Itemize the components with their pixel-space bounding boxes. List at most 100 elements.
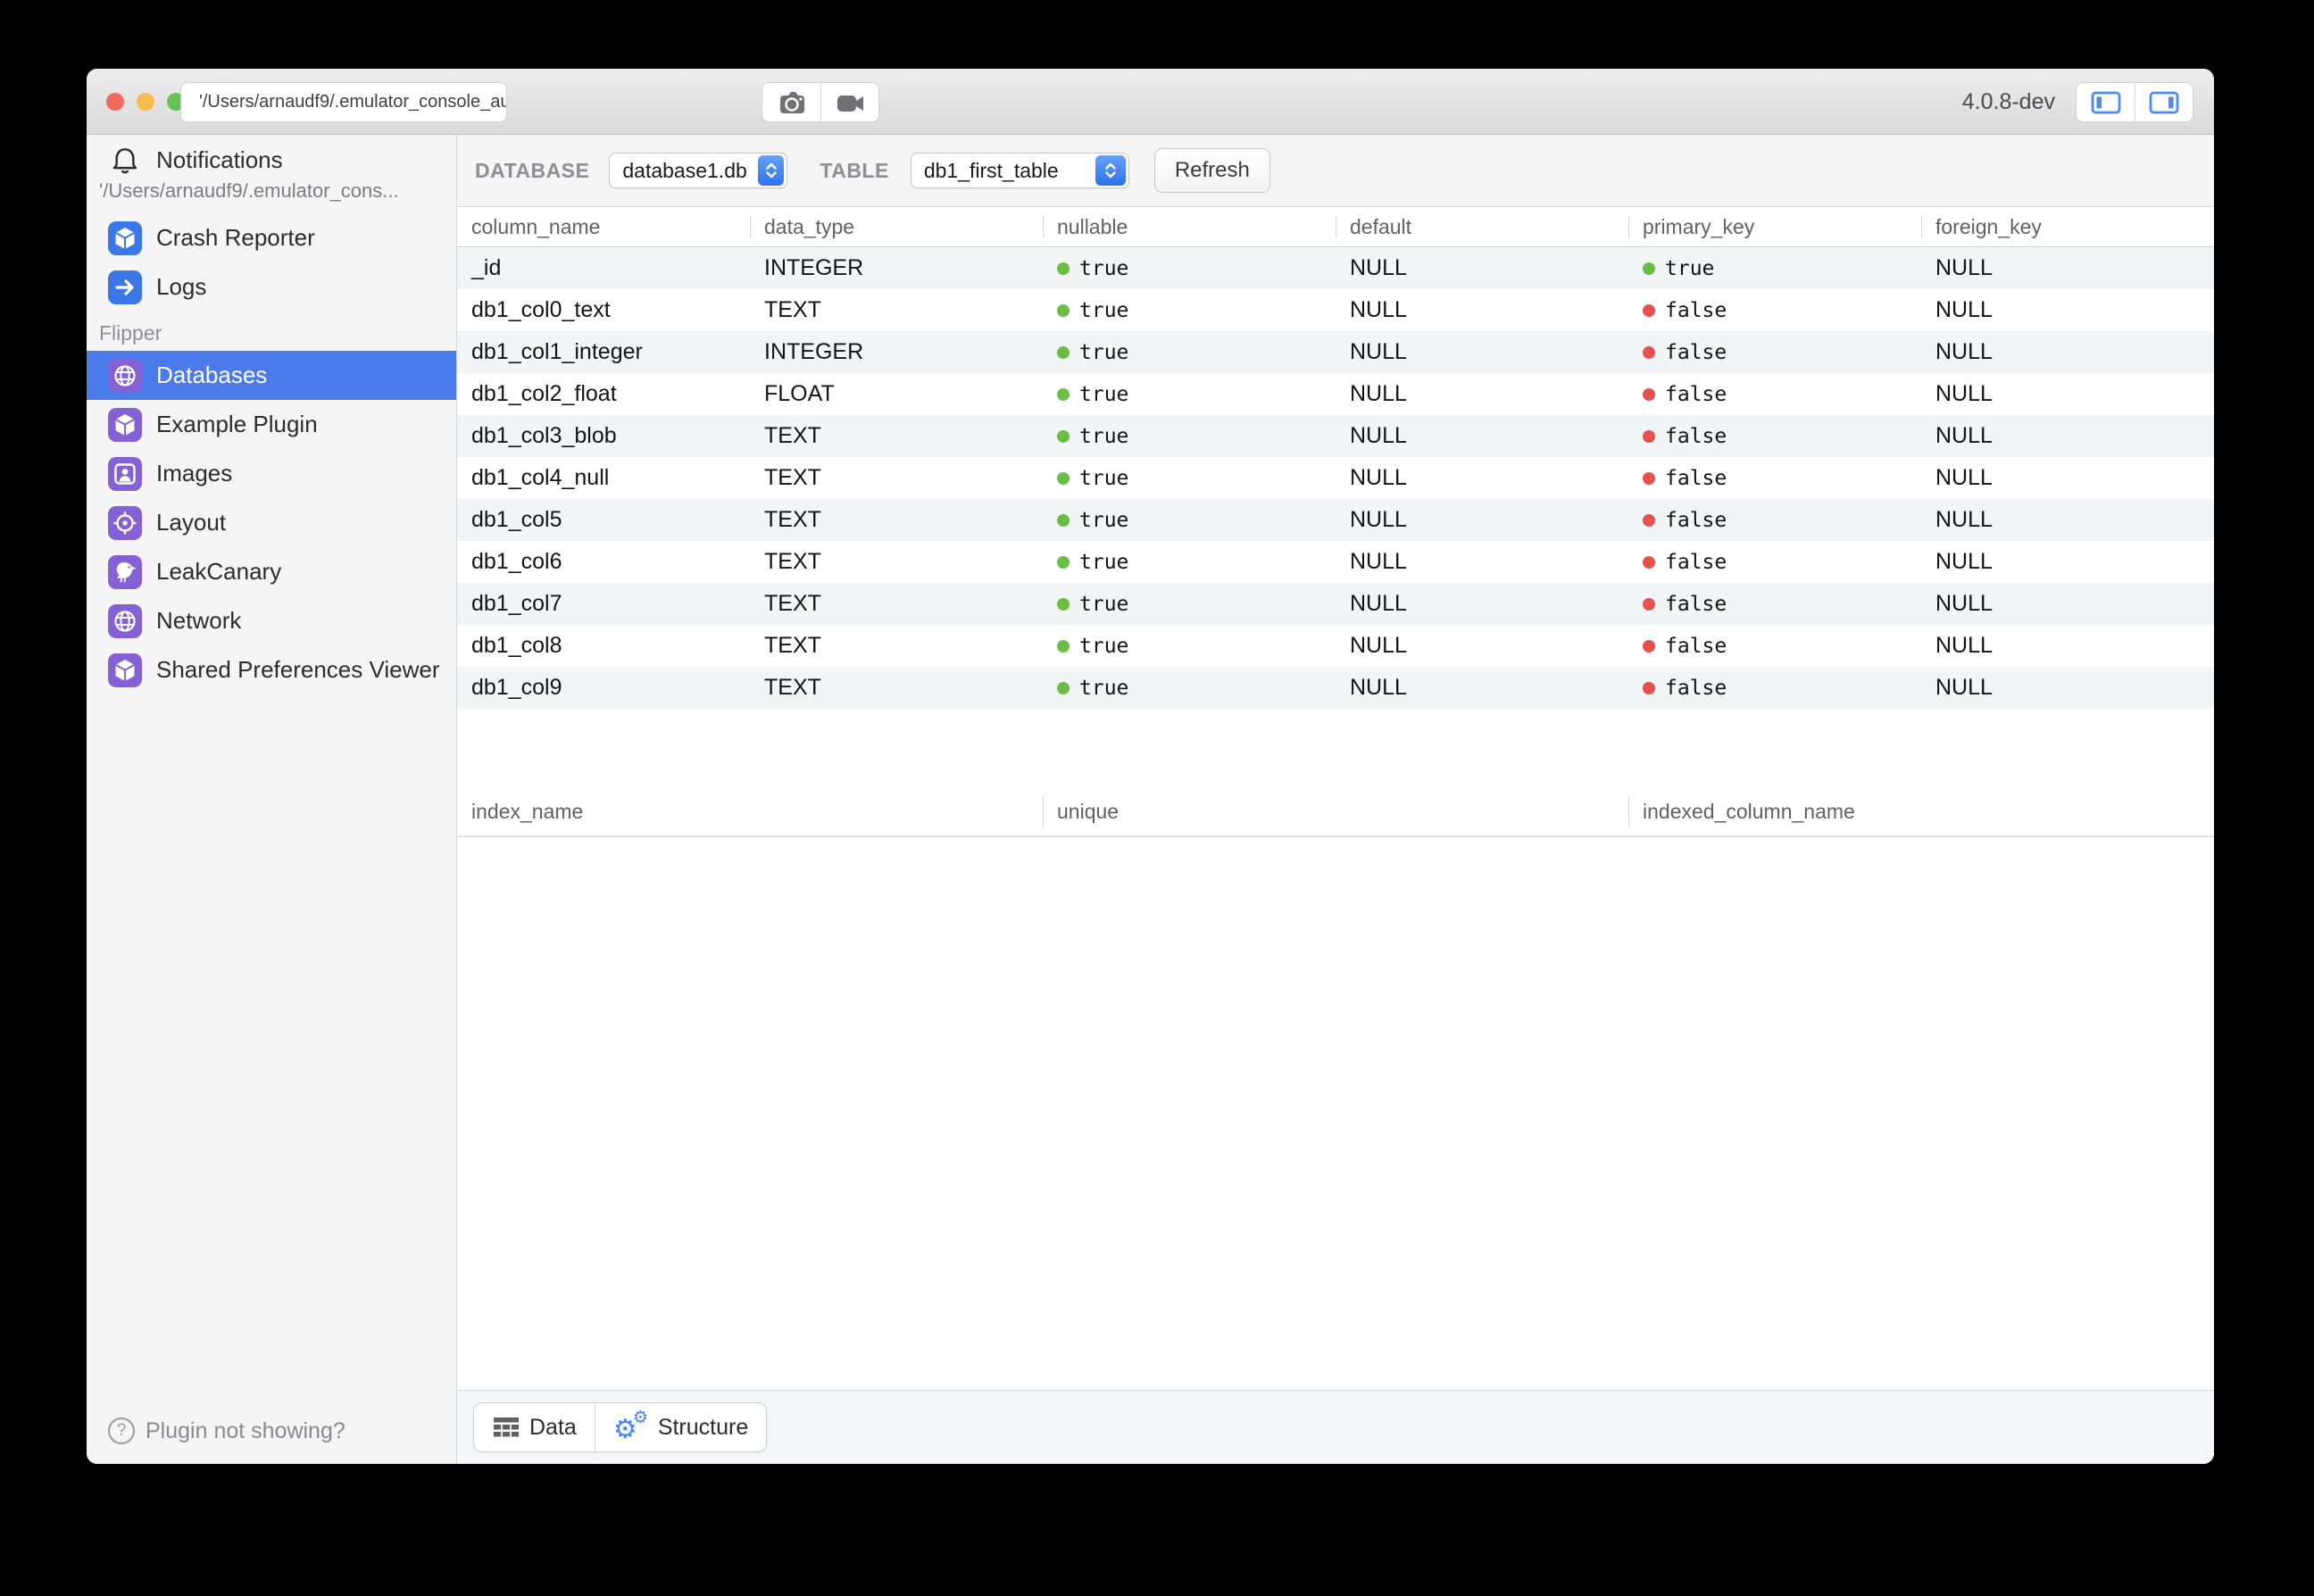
sidebar-item-label: Example Plugin bbox=[156, 411, 318, 438]
cube-icon bbox=[108, 653, 142, 687]
sidebar-item-databases[interactable]: Databases bbox=[87, 351, 456, 400]
true-dot-icon bbox=[1057, 598, 1070, 611]
bird-icon bbox=[108, 555, 142, 589]
target-icon bbox=[108, 506, 142, 540]
structure-table-body: _idINTEGERtrueNULLtrueNULLdb1_col0_textT… bbox=[457, 247, 2214, 709]
table-gap bbox=[457, 709, 2214, 787]
cell-column_name: _id bbox=[457, 247, 750, 289]
true-dot-icon bbox=[1057, 304, 1070, 317]
cell-primary_key: false bbox=[1628, 457, 1921, 499]
column-header-unique[interactable]: unique bbox=[1043, 787, 1628, 835]
portrait-icon bbox=[108, 457, 142, 491]
toggle-left-sidebar-button[interactable] bbox=[2077, 83, 2135, 121]
structure-row[interactable]: db1_col3_blobTEXTtrueNULLfalseNULL bbox=[457, 415, 2214, 457]
cell-nullable: true bbox=[1043, 247, 1336, 289]
screen-record-button[interactable] bbox=[820, 83, 878, 121]
cell-column_name: db1_col1_integer bbox=[457, 331, 750, 373]
cell-primary_key: false bbox=[1628, 541, 1921, 583]
cell-nullable: true bbox=[1043, 541, 1336, 583]
sidebar-item-label: LeakCanary bbox=[156, 558, 281, 586]
true-dot-icon bbox=[1057, 472, 1070, 485]
sidebar-item-logs[interactable]: Logs bbox=[87, 262, 456, 312]
sidebar-item-label: Notifications bbox=[156, 146, 283, 174]
table-select[interactable]: db1_first_table bbox=[911, 153, 1129, 188]
cell-primary_key: false bbox=[1628, 331, 1921, 373]
flipper-window: '/Users/arnaudf9/.emulator_console_auth_… bbox=[87, 69, 2214, 1464]
table-grid-icon bbox=[492, 1416, 520, 1439]
cell-data_type: TEXT bbox=[750, 415, 1043, 457]
column-header-indexed-column-name[interactable]: indexed_column_name bbox=[1628, 787, 2214, 835]
bottom-bar: Data ⚙ ⚙ Structure bbox=[457, 1390, 2214, 1464]
cell-data_type: INTEGER bbox=[750, 331, 1043, 373]
false-dot-icon bbox=[1643, 598, 1655, 611]
structure-row[interactable]: db1_col0_textTEXTtrueNULLfalseNULL bbox=[457, 289, 2214, 331]
structure-row[interactable]: db1_col7TEXTtrueNULLfalseNULL bbox=[457, 583, 2214, 625]
view-mode-segmented-control: Data ⚙ ⚙ Structure bbox=[473, 1402, 767, 1452]
device-selector[interactable]: '/Users/arnaudf9/.emulator_console_auth_… bbox=[180, 82, 507, 122]
sidebar-item-leakcanary[interactable]: LeakCanary bbox=[87, 547, 456, 596]
cube-icon bbox=[108, 221, 142, 255]
true-dot-icon bbox=[1057, 556, 1070, 569]
cell-nullable: true bbox=[1043, 499, 1336, 541]
right-sidebar-icon bbox=[2148, 90, 2180, 115]
cell-data_type: TEXT bbox=[750, 289, 1043, 331]
cell-foreign_key: NULL bbox=[1921, 289, 2214, 331]
column-header-foreign-key[interactable]: foreign_key bbox=[1921, 207, 2214, 246]
structure-row[interactable]: db1_col5TEXTtrueNULLfalseNULL bbox=[457, 499, 2214, 541]
column-header-data-type[interactable]: data_type bbox=[750, 207, 1043, 246]
structure-row[interactable]: db1_col2_floatFLOATtrueNULLfalseNULL bbox=[457, 373, 2214, 415]
camera-icon bbox=[776, 87, 808, 119]
column-header-nullable[interactable]: nullable bbox=[1043, 207, 1336, 246]
cell-column_name: db1_col5 bbox=[457, 499, 750, 541]
sidebar-item-crash-reporter[interactable]: Crash Reporter bbox=[87, 213, 456, 262]
database-select-value: database1.db bbox=[622, 159, 757, 183]
minimize-window-button[interactable] bbox=[137, 93, 154, 111]
sidebar-item-label: Databases bbox=[156, 362, 267, 389]
cell-data_type: INTEGER bbox=[750, 247, 1043, 289]
structure-row[interactable]: db1_col8TEXTtrueNULLfalseNULL bbox=[457, 625, 2214, 667]
true-dot-icon bbox=[1057, 682, 1070, 694]
cell-default: NULL bbox=[1336, 583, 1628, 625]
toggle-right-sidebar-button[interactable] bbox=[2135, 83, 2193, 121]
column-header-index-name[interactable]: index_name bbox=[457, 787, 1043, 835]
sidebar-item-network[interactable]: Network bbox=[87, 596, 456, 645]
sidebar-item-shared-preferences-viewer[interactable]: Shared Preferences Viewer bbox=[87, 645, 456, 694]
true-dot-icon bbox=[1057, 262, 1070, 275]
cell-default: NULL bbox=[1336, 457, 1628, 499]
cube-icon bbox=[108, 408, 142, 442]
close-window-button[interactable] bbox=[106, 93, 124, 111]
false-dot-icon bbox=[1643, 556, 1655, 569]
cell-default: NULL bbox=[1336, 415, 1628, 457]
cell-nullable: true bbox=[1043, 289, 1336, 331]
cell-data_type: TEXT bbox=[750, 583, 1043, 625]
structure-row[interactable]: db1_col9TEXTtrueNULLfalseNULL bbox=[457, 667, 2214, 709]
data-tab-button[interactable]: Data bbox=[474, 1403, 595, 1451]
structure-row[interactable]: db1_col1_integerINTEGERtrueNULLfalseNULL bbox=[457, 331, 2214, 373]
cell-nullable: true bbox=[1043, 667, 1336, 709]
plugin-not-showing-link[interactable]: ? Plugin not showing? bbox=[108, 1417, 345, 1444]
structure-row[interactable]: db1_col4_nullTEXTtrueNULLfalseNULL bbox=[457, 457, 2214, 499]
structure-tab-button[interactable]: ⚙ ⚙ Structure bbox=[595, 1403, 766, 1451]
column-header-column-name[interactable]: column_name bbox=[457, 207, 750, 246]
structure-row[interactable]: db1_col6TEXTtrueNULLfalseNULL bbox=[457, 541, 2214, 583]
structure-row[interactable]: _idINTEGERtrueNULLtrueNULL bbox=[457, 247, 2214, 289]
cell-column_name: db1_col8 bbox=[457, 625, 750, 667]
sidebar-item-images[interactable]: Images bbox=[87, 449, 456, 498]
cell-default: NULL bbox=[1336, 331, 1628, 373]
index-table-body bbox=[457, 837, 2214, 1390]
column-header-primary-key[interactable]: primary_key bbox=[1628, 207, 1921, 246]
database-select[interactable]: database1.db bbox=[609, 153, 787, 188]
cell-primary_key: false bbox=[1628, 625, 1921, 667]
column-header-default[interactable]: default bbox=[1336, 207, 1628, 246]
sidebar-item-example-plugin[interactable]: Example Plugin bbox=[87, 400, 456, 449]
cell-primary_key: false bbox=[1628, 373, 1921, 415]
sidebar-item-label: Images bbox=[156, 460, 232, 487]
databases-plugin-panel: DATABASE database1.db TABLE db1_first_ta… bbox=[457, 135, 2214, 1464]
screenshot-button[interactable] bbox=[762, 83, 820, 121]
sidebar-item-label: Layout bbox=[156, 509, 226, 536]
sidebar-item-notifications[interactable]: Notifications bbox=[87, 142, 456, 178]
refresh-button[interactable]: Refresh bbox=[1154, 148, 1270, 193]
titlebar: '/Users/arnaudf9/.emulator_console_auth_… bbox=[87, 69, 2214, 135]
sidebar-item-label: Shared Preferences Viewer bbox=[156, 656, 439, 684]
sidebar-item-layout[interactable]: Layout bbox=[87, 498, 456, 547]
